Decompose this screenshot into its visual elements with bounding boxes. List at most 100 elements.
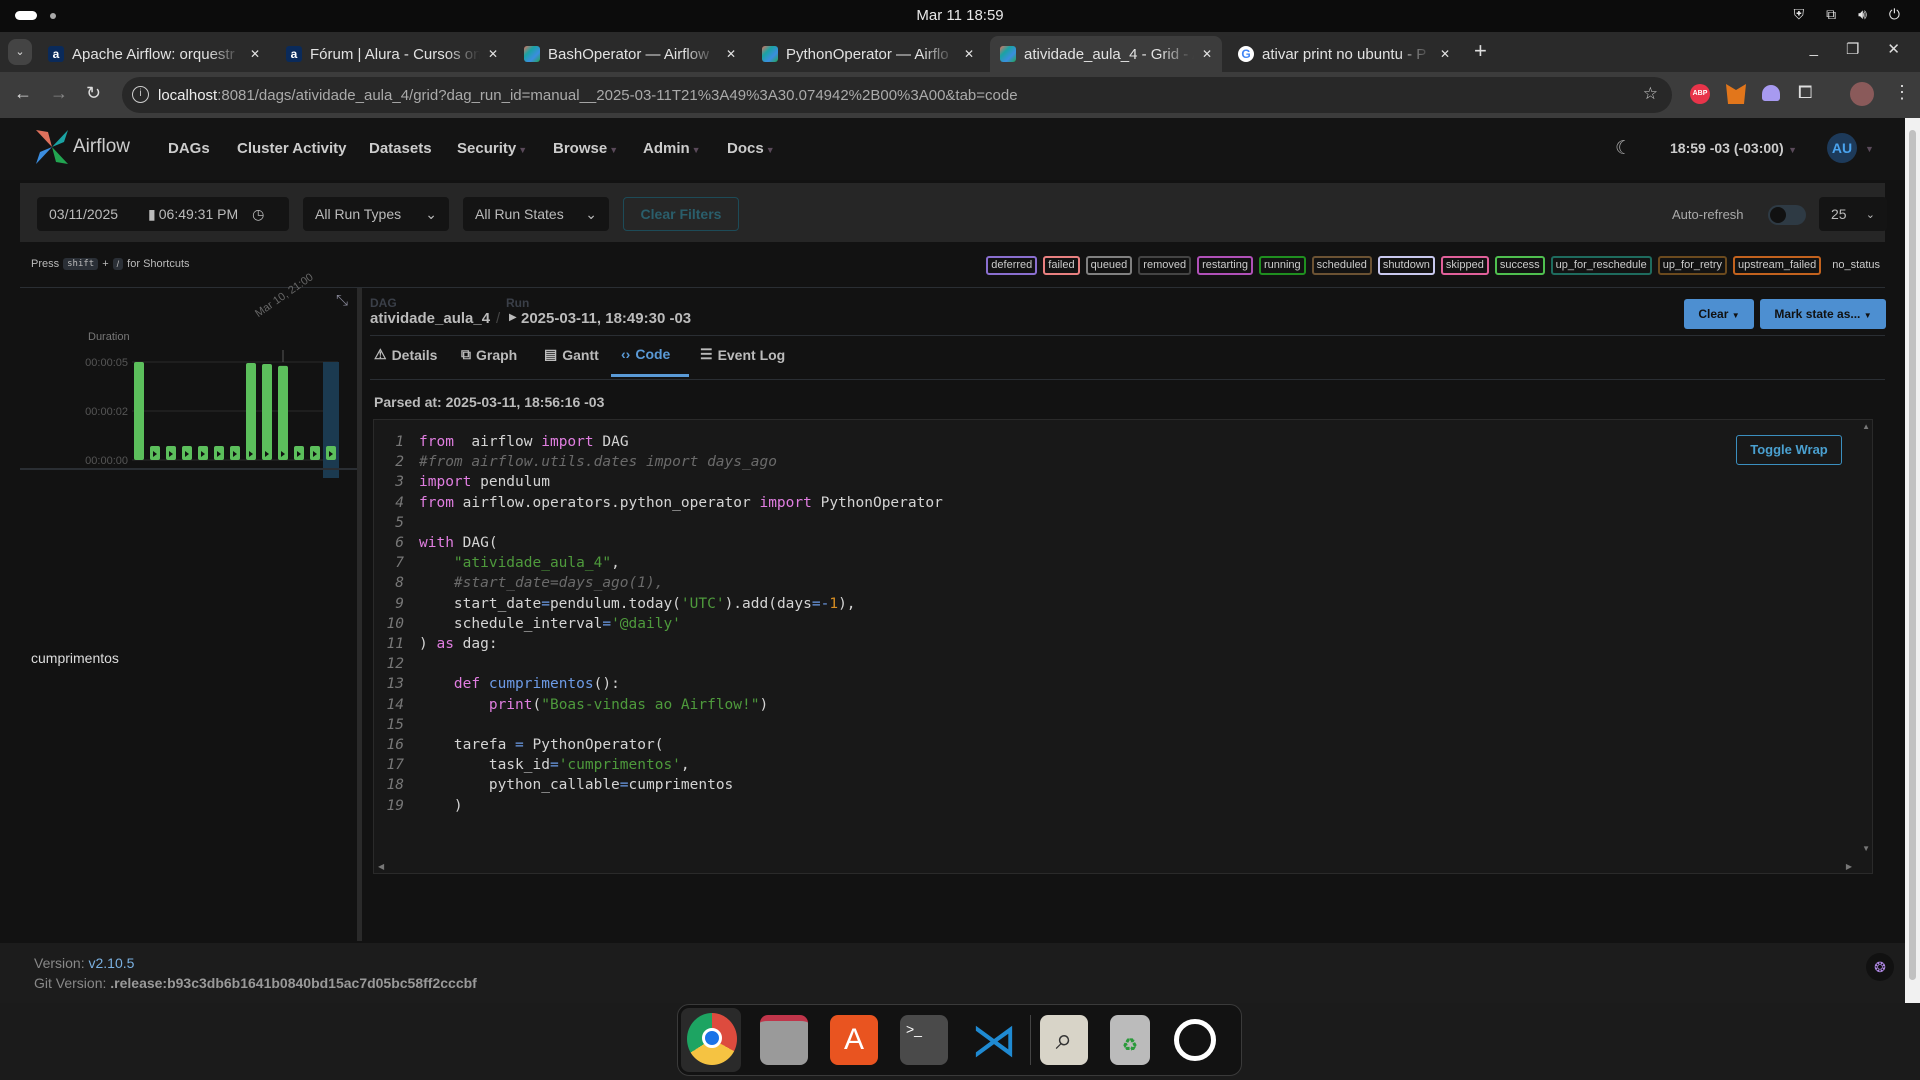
run-types-select[interactable]: All Run Types ⌄	[303, 197, 449, 231]
legend-skipped[interactable]: skipped	[1440, 256, 1489, 275]
calendar-icon[interactable]: ▮	[148, 206, 156, 223]
browser-tab[interactable]: PythonOperator — Airflo ✕	[752, 36, 984, 72]
scrollbar-thumb[interactable]	[1909, 130, 1916, 980]
close-window-icon[interactable]: ✕	[1887, 40, 1900, 58]
files-icon[interactable]	[760, 1015, 808, 1065]
run-limit-select[interactable]: 25 ⌄	[1819, 197, 1887, 231]
tab-gantt[interactable]: ▤ Gantt	[544, 346, 599, 363]
volume-icon[interactable]: 🔊︎	[1858, 6, 1867, 23]
legend-queued[interactable]: queued	[1085, 256, 1133, 275]
nav-docs[interactable]: Docs ▼	[727, 140, 775, 157]
chrome-icon[interactable]	[687, 1013, 737, 1065]
close-tab-icon[interactable]: ✕	[250, 47, 260, 61]
run-states-select[interactable]: All Run States ⌄	[463, 197, 609, 231]
run-duration-bar[interactable]	[262, 363, 272, 460]
tab-details[interactable]: ⚠ Details	[374, 346, 437, 363]
nav-dags[interactable]: DAGs	[168, 140, 210, 157]
nav-datasets[interactable]: Datasets	[369, 140, 432, 157]
panel-resize-handle[interactable]	[357, 288, 362, 941]
user-avatar[interactable]: AU	[1827, 133, 1857, 163]
image-viewer-icon[interactable]: ⌕	[1040, 1015, 1088, 1065]
assistant-brain-icon[interactable]: ❂	[1866, 953, 1894, 981]
network-icon[interactable]: ⧉	[1826, 6, 1836, 23]
shield-icon[interactable]: ⛨	[1794, 6, 1805, 23]
run-duration-bar[interactable]	[134, 362, 144, 460]
nav-admin[interactable]: Admin ▼	[643, 140, 701, 157]
new-tab-button[interactable]: +	[1474, 38, 1487, 64]
legend-success[interactable]: success	[1494, 256, 1545, 275]
forward-icon[interactable]: →	[50, 83, 68, 104]
nav-browse[interactable]: Browse ▼	[553, 140, 618, 157]
airflow-logo-icon[interactable]	[34, 128, 70, 166]
timezone-menu[interactable]: 18:59 -03 (-03:00) ▼	[1670, 140, 1797, 156]
ubuntu-logo-icon[interactable]	[1174, 1019, 1216, 1061]
tab-event-log[interactable]: ☰ Event Log	[700, 346, 785, 363]
browser-menu-icon[interactable]: ⋮	[1893, 82, 1911, 103]
toggle-wrap-button[interactable]: Toggle Wrap	[1736, 435, 1842, 465]
back-icon[interactable]: ←	[14, 83, 32, 104]
bookmark-star-icon[interactable]: ☆	[1643, 84, 1658, 104]
app-center-icon[interactable]: A	[830, 1015, 878, 1065]
legend-restarting[interactable]: restarting	[1197, 256, 1253, 275]
browser-tab[interactable]: Gativar print no ubuntu - P ✕	[1228, 36, 1460, 72]
extensions-puzzle-icon[interactable]: ⧠	[1798, 82, 1812, 103]
close-tab-icon[interactable]: ✕	[488, 47, 498, 61]
version-link[interactable]: v2.10.5	[88, 955, 134, 971]
close-tab-icon[interactable]: ✕	[726, 47, 736, 61]
profile-avatar[interactable]	[1850, 82, 1874, 106]
close-tab-icon[interactable]: ✕	[1202, 47, 1212, 61]
scroll-down-arrow[interactable]: ▼	[1862, 844, 1870, 853]
browser-tab[interactable]: a Fórum | Alura - Cursos on ✕	[276, 36, 508, 72]
legend-removed[interactable]: removed	[1138, 256, 1192, 275]
vscode-icon[interactable]: ⋊	[970, 1015, 1018, 1065]
nav-security[interactable]: Security ▼	[457, 140, 527, 157]
mark-state-button[interactable]: Mark state as... ▼	[1760, 299, 1886, 329]
browser-tab[interactable]: atividade_aula_4 - Grid - / ✕	[990, 36, 1222, 72]
legend-deferred[interactable]: deferred	[986, 256, 1038, 275]
trash-icon[interactable]: ♻	[1110, 1015, 1150, 1065]
page-scrollbar[interactable]	[1905, 118, 1920, 1003]
browser-tab[interactable]: BashOperator — Airflow ✕	[514, 36, 746, 72]
scroll-left-arrow[interactable]: ◀	[378, 862, 384, 871]
reload-icon[interactable]: ↻	[86, 83, 101, 104]
terminal-icon[interactable]: >_	[900, 1015, 948, 1065]
clear-button[interactable]: Clear ▼	[1684, 299, 1754, 329]
tab-code[interactable]: ‹› Code	[621, 346, 670, 362]
address-bar[interactable]: i localhost:8081/dags/atividade_aula_4/g…	[122, 77, 1672, 113]
auto-refresh-toggle[interactable]	[1768, 205, 1806, 225]
legend-running[interactable]: running	[1258, 256, 1306, 275]
legend-scheduled[interactable]: scheduled	[1311, 256, 1372, 275]
scroll-up-arrow[interactable]: ▲	[1862, 422, 1870, 431]
code-viewer[interactable]: 1 from airflow import DAG 2 #from airflow.u…	[373, 419, 1873, 874]
dark-mode-moon-icon[interactable]: ☾	[1615, 137, 1632, 160]
close-tab-icon[interactable]: ✕	[1440, 47, 1450, 61]
adblock-extension-icon[interactable]: ABP	[1690, 84, 1710, 104]
legend-up_for_reschedule[interactable]: up_for_reschedule	[1550, 256, 1652, 275]
run-breadcrumb[interactable]: 2025-03-11, 18:49:30 -03	[521, 310, 691, 327]
clock-icon[interactable]: ◷	[252, 206, 264, 223]
tab-graph[interactable]: ⧉ Graph	[461, 346, 517, 363]
nav-cluster-activity[interactable]: Cluster Activity	[237, 140, 346, 157]
run-duration-bar[interactable]	[246, 362, 256, 460]
power-icon[interactable]: ⏻	[1889, 6, 1900, 23]
restore-icon[interactable]: ❐	[1846, 40, 1859, 58]
execution-date-input[interactable]: 03/11/2025 ▮ 06:49:31 PM ◷	[37, 197, 289, 231]
minimize-icon[interactable]: _	[1810, 40, 1818, 58]
clear-filters-button[interactable]: Clear Filters	[623, 197, 739, 231]
legend-failed[interactable]: failed	[1043, 256, 1080, 275]
ghost-extension-icon[interactable]	[1762, 85, 1780, 101]
legend-upstream_failed[interactable]: upstream_failed	[1733, 256, 1822, 275]
scroll-right-arrow[interactable]: ▶	[1846, 862, 1852, 871]
browser-tab[interactable]: a Apache Airflow: orquestr ✕	[38, 36, 270, 72]
dag-breadcrumb[interactable]: atividade_aula_4	[370, 310, 490, 327]
close-tab-icon[interactable]: ✕	[964, 47, 974, 61]
site-info-icon[interactable]: i	[132, 86, 149, 103]
system-clock[interactable]: Mar 11 18:59	[0, 7, 1920, 24]
task-name[interactable]: cumprimentos	[31, 650, 119, 666]
chevron-down-icon[interactable]: ▼	[1865, 144, 1874, 154]
brand-name[interactable]: Airflow	[73, 136, 130, 158]
tab-search-button[interactable]: ⌄	[8, 39, 32, 65]
legend-up_for_retry[interactable]: up_for_retry	[1657, 256, 1728, 275]
legend-shutdown[interactable]: shutdown	[1377, 256, 1435, 275]
run-duration-bar[interactable]	[278, 365, 288, 460]
